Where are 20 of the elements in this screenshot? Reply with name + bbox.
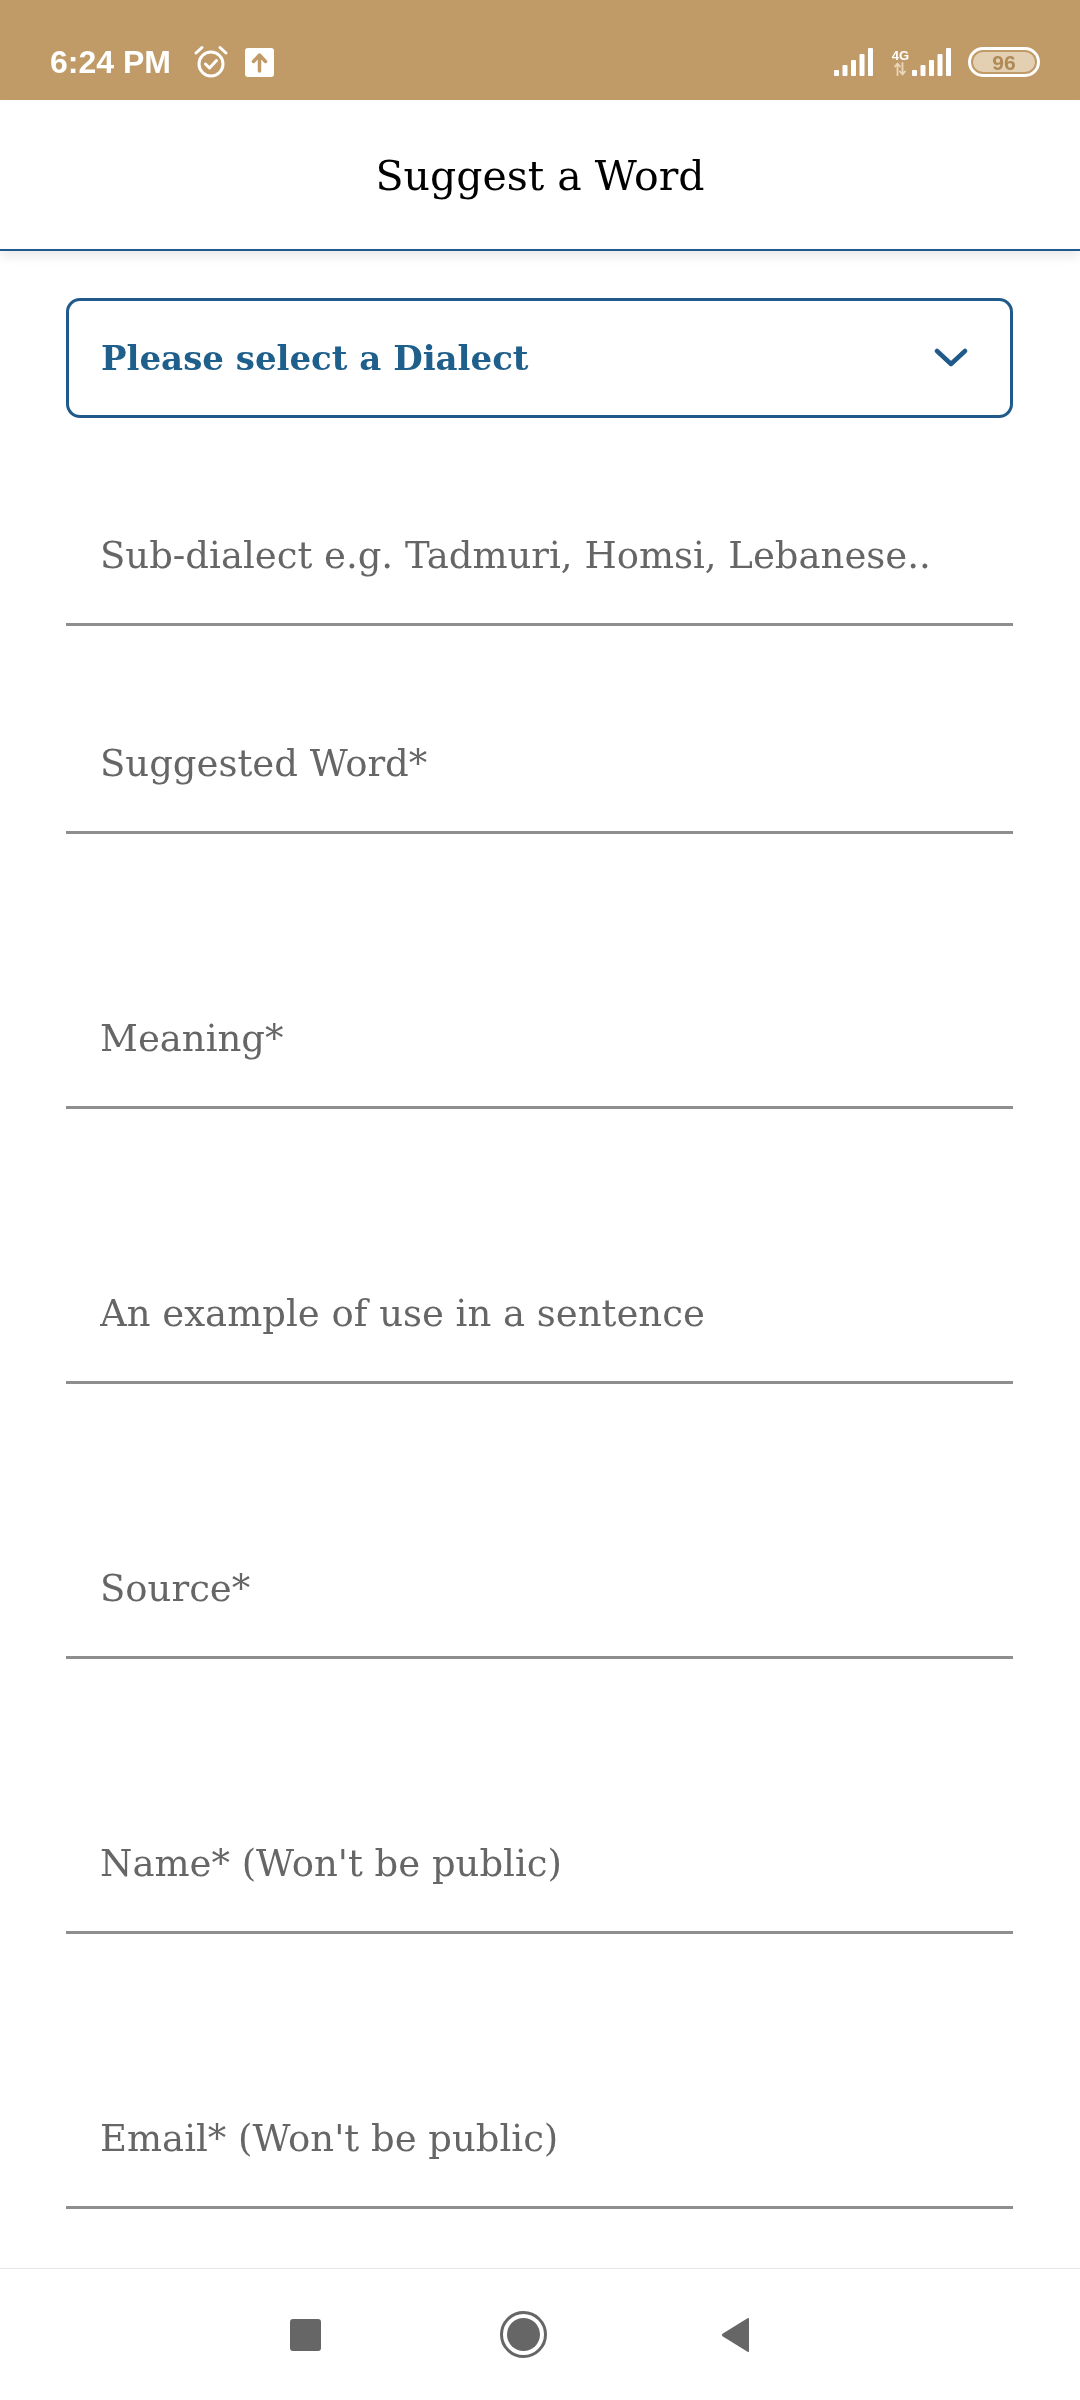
network-type-label: 4G	[891, 49, 909, 62]
dialect-dropdown[interactable]: Please select a Dialect	[66, 298, 1013, 418]
mobile-signal-icon	[912, 48, 952, 76]
back-triangle-icon	[720, 2316, 751, 2353]
battery-level-text: 96	[973, 52, 1035, 72]
home-button[interactable]	[500, 2311, 547, 2358]
text-input-field[interactable]: An example of use in a sentence	[66, 1254, 1013, 1384]
text-input-field[interactable]: Suggested Word*	[66, 704, 1013, 834]
chevron-down-icon	[934, 348, 968, 368]
recent-apps-button[interactable]	[290, 2318, 321, 2351]
alarm-clock-icon	[192, 45, 229, 79]
status-time: 6:24 PM	[50, 46, 171, 78]
data-arrows-icon	[894, 62, 907, 76]
text-input-field[interactable]: Sub-dialect e.g. Tadmuri, Homsi, Lebanese..	[66, 496, 1013, 626]
signal-bars-icon	[833, 48, 874, 76]
text-input-field[interactable]: Email* (Won't be public)	[66, 2079, 1013, 2209]
back-button[interactable]	[720, 2316, 751, 2353]
text-input-field[interactable]: Name* (Won't be public)	[66, 1804, 1013, 1934]
text-input-field[interactable]: Meaning*	[66, 979, 1013, 1109]
text-input-field[interactable]: Source*	[66, 1529, 1013, 1659]
